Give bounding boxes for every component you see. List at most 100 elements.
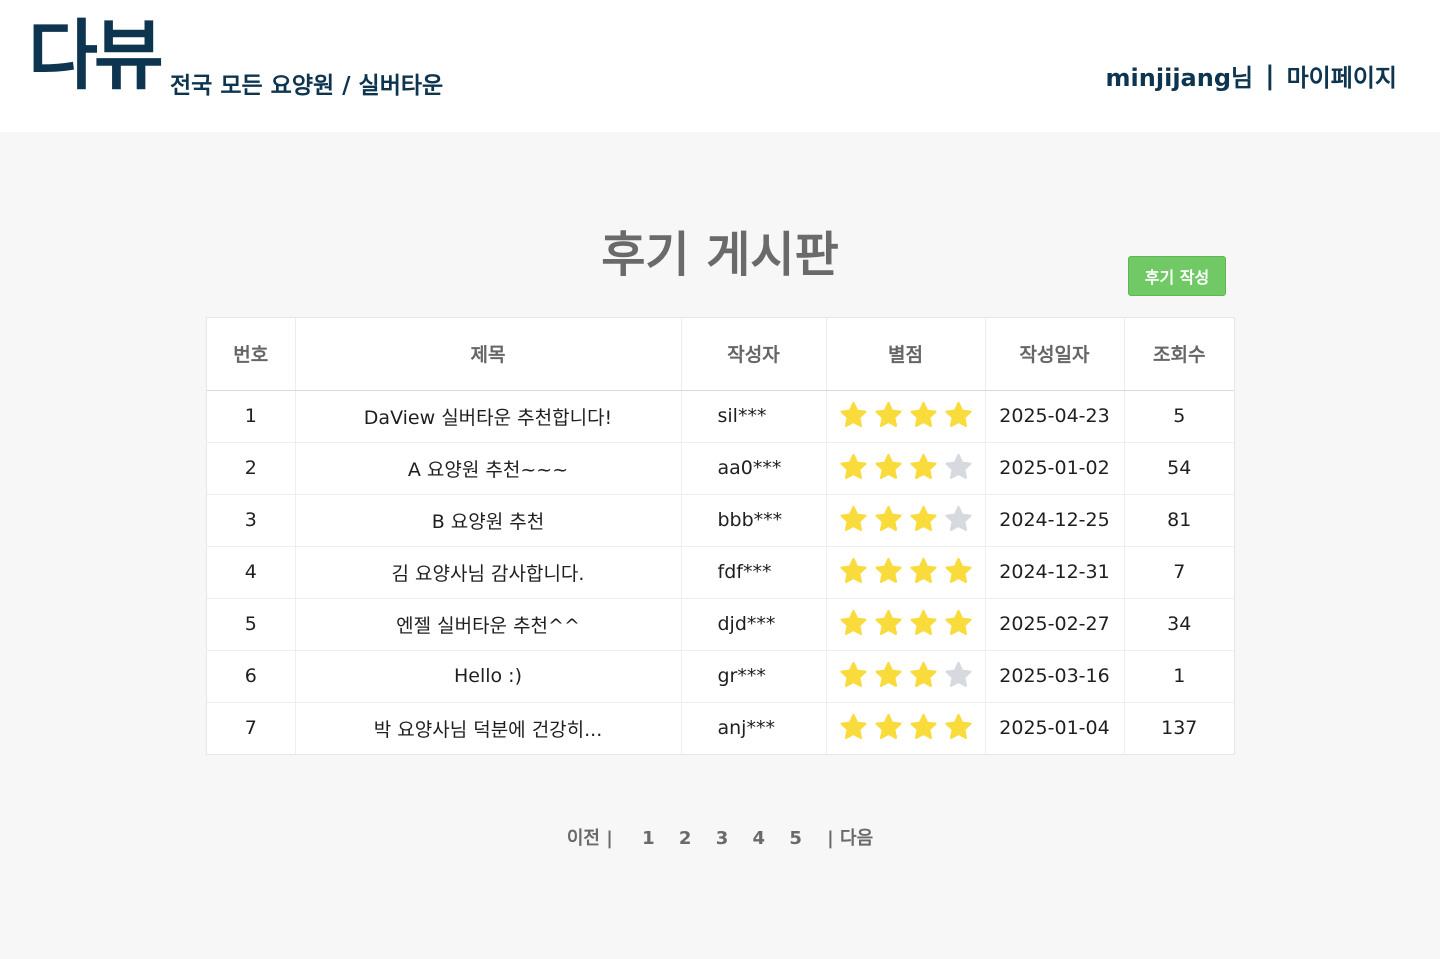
user-nav: minjijang님 | 마이페이지 xyxy=(1106,58,1397,93)
star-filled-icon xyxy=(874,713,902,739)
star-rating xyxy=(837,556,975,589)
review-table-container: 번호 제목 작성자 별점 작성일자 조회수 1 DaView 실버타운 추천합니다… xyxy=(206,317,1235,755)
page-5[interactable]: 5 xyxy=(789,828,802,849)
table-row[interactable]: 7박 요양사님 덕분에 건강히... anj*** 2025-01-04 137 xyxy=(207,702,1234,754)
star-filled-icon xyxy=(874,401,902,427)
table-body: 1 DaView 실버타운 추천합니다! sil*** 2025-04-23 5 2 A 요… xyxy=(207,390,1234,754)
cell-title[interactable]: A 요양원 추천~~~ xyxy=(295,442,682,495)
cell-title[interactable]: 박 요양사님 덕분에 건강히... xyxy=(295,702,682,754)
cell-views: 7 xyxy=(1124,546,1234,599)
star-filled-icon xyxy=(909,401,937,427)
star-rating xyxy=(837,712,975,745)
column-header-writer: 작성자 xyxy=(681,318,827,391)
user-name[interactable]: minjijang님 xyxy=(1106,58,1254,93)
cell-number: 7 xyxy=(207,702,296,754)
cell-rating xyxy=(826,650,986,703)
star-filled-icon xyxy=(874,609,902,635)
cell-views: 5 xyxy=(1124,390,1234,443)
pagination-prev[interactable]: 이전 | xyxy=(567,824,613,850)
mypage-link[interactable]: 마이페이지 xyxy=(1287,58,1397,93)
cell-writer: anj*** xyxy=(681,702,827,754)
star-filled-icon xyxy=(874,453,902,479)
cell-title[interactable]: B 요양원 추천 xyxy=(295,494,682,547)
cell-date: 2024-12-31 xyxy=(985,546,1125,599)
cell-views: 137 xyxy=(1161,717,1198,740)
cell-date: 2025-01-02 xyxy=(985,442,1125,495)
star-filled-icon xyxy=(839,401,867,427)
star-rating xyxy=(837,400,975,433)
cell-number: 3 xyxy=(207,494,296,547)
tagline: 전국 모든 요양원 / 실버타운 xyxy=(170,73,444,99)
star-filled-icon xyxy=(909,609,937,635)
cell-date: 2025-02-27 xyxy=(985,598,1125,651)
cell-number: 2 xyxy=(207,442,296,495)
write-review-button[interactable]: 후기 작성 xyxy=(1128,256,1226,296)
review-table: 번호 제목 작성자 별점 작성일자 조회수 1 DaView 실버타운 추천합니다… xyxy=(207,318,1234,754)
cell-date: 2024-12-25 xyxy=(985,494,1125,547)
pagination-next[interactable]: | 다음 xyxy=(827,824,873,850)
cell-title[interactable]: 김 요양사님 감사합니다. xyxy=(295,546,682,599)
page-3[interactable]: 3 xyxy=(716,828,729,849)
table-row[interactable]: 6 Hello :) gr*** 2025-03-16 1 xyxy=(207,650,1234,703)
cell-rating xyxy=(826,546,986,599)
cell-number: 4 xyxy=(207,546,296,599)
page-4[interactable]: 4 xyxy=(753,828,766,849)
cell-views: 34 xyxy=(1124,598,1234,651)
nav-separator: | xyxy=(1265,60,1275,91)
star-filled-icon xyxy=(839,609,867,635)
cell-rating xyxy=(826,390,986,443)
cell-views: 1 xyxy=(1124,650,1234,703)
cell-writer: sil*** xyxy=(681,390,827,443)
top-header: 다뷰 전국 모든 요양원 / 실버타운 minjijang님 | 마이페이지 xyxy=(0,0,1440,132)
logo[interactable]: 다뷰 xyxy=(28,18,164,94)
table-row[interactable]: 1 DaView 실버타운 추천합니다! sil*** 2025-04-23 5 xyxy=(207,390,1234,443)
star-rating xyxy=(837,452,975,485)
page-1[interactable]: 1 xyxy=(642,828,655,849)
cell-title[interactable]: Hello :) xyxy=(295,650,682,703)
cell-number: 1 xyxy=(207,390,296,443)
star-filled-icon xyxy=(909,557,937,583)
column-header-rating: 별점 xyxy=(826,318,986,391)
column-header-date: 작성일자 xyxy=(985,318,1125,391)
star-rating xyxy=(837,660,975,693)
star-filled-icon xyxy=(874,557,902,583)
star-filled-icon xyxy=(839,661,867,687)
cell-writer: aa0*** xyxy=(681,442,827,495)
star-filled-icon xyxy=(944,713,972,739)
table-row[interactable]: 2A 요양원 추천~~~ aa0*** 2025-01-02 54 xyxy=(207,442,1234,495)
star-filled-icon xyxy=(839,453,867,479)
cell-writer: gr*** xyxy=(681,650,827,703)
star-filled-icon xyxy=(944,401,972,427)
cell-date: 2025-04-23 xyxy=(985,390,1125,443)
star-filled-icon xyxy=(909,453,937,479)
cell-rating xyxy=(826,442,986,495)
cell-rating xyxy=(826,702,986,754)
star-filled-icon xyxy=(944,609,972,635)
star-rating xyxy=(837,608,975,641)
star-filled-icon xyxy=(874,505,902,531)
star-empty-icon xyxy=(944,453,972,479)
cell-rating xyxy=(826,598,986,651)
star-empty-icon xyxy=(944,505,972,531)
table-row[interactable]: 3B 요양원 추천 bbb*** 2024-12-25 81 xyxy=(207,494,1234,547)
cell-writer: djd*** xyxy=(681,598,827,651)
pagination: 이전 | 1 2 3 4 5 | 다음 xyxy=(0,824,1440,850)
table-row[interactable]: 4김 요양사님 감사합니다. fdf*** 2024-12-31 7 xyxy=(207,546,1234,599)
cell-date: 2025-01-04 xyxy=(985,702,1125,754)
column-header-title: 제목 xyxy=(295,318,682,391)
table-row[interactable]: 5 엔젤 실버타운 추천^^ djd*** 2025-02-27 34 xyxy=(207,598,1234,651)
cell-views: 81 xyxy=(1124,494,1234,547)
page-2[interactable]: 2 xyxy=(679,828,692,849)
cell-rating xyxy=(826,494,986,547)
table-header-row: 번호 제목 작성자 별점 작성일자 조회수 xyxy=(207,318,1234,391)
star-filled-icon xyxy=(839,557,867,583)
column-header-number: 번호 xyxy=(207,318,296,391)
star-filled-icon xyxy=(909,713,937,739)
cell-writer: bbb*** xyxy=(681,494,827,547)
cell-number: 5 xyxy=(207,598,296,651)
star-rating xyxy=(837,504,975,537)
cell-title[interactable]: 엔젤 실버타운 추천^^ xyxy=(295,598,682,651)
star-filled-icon xyxy=(839,505,867,531)
cell-number: 6 xyxy=(207,650,296,703)
cell-title[interactable]: DaView 실버타운 추천합니다! xyxy=(295,390,682,443)
